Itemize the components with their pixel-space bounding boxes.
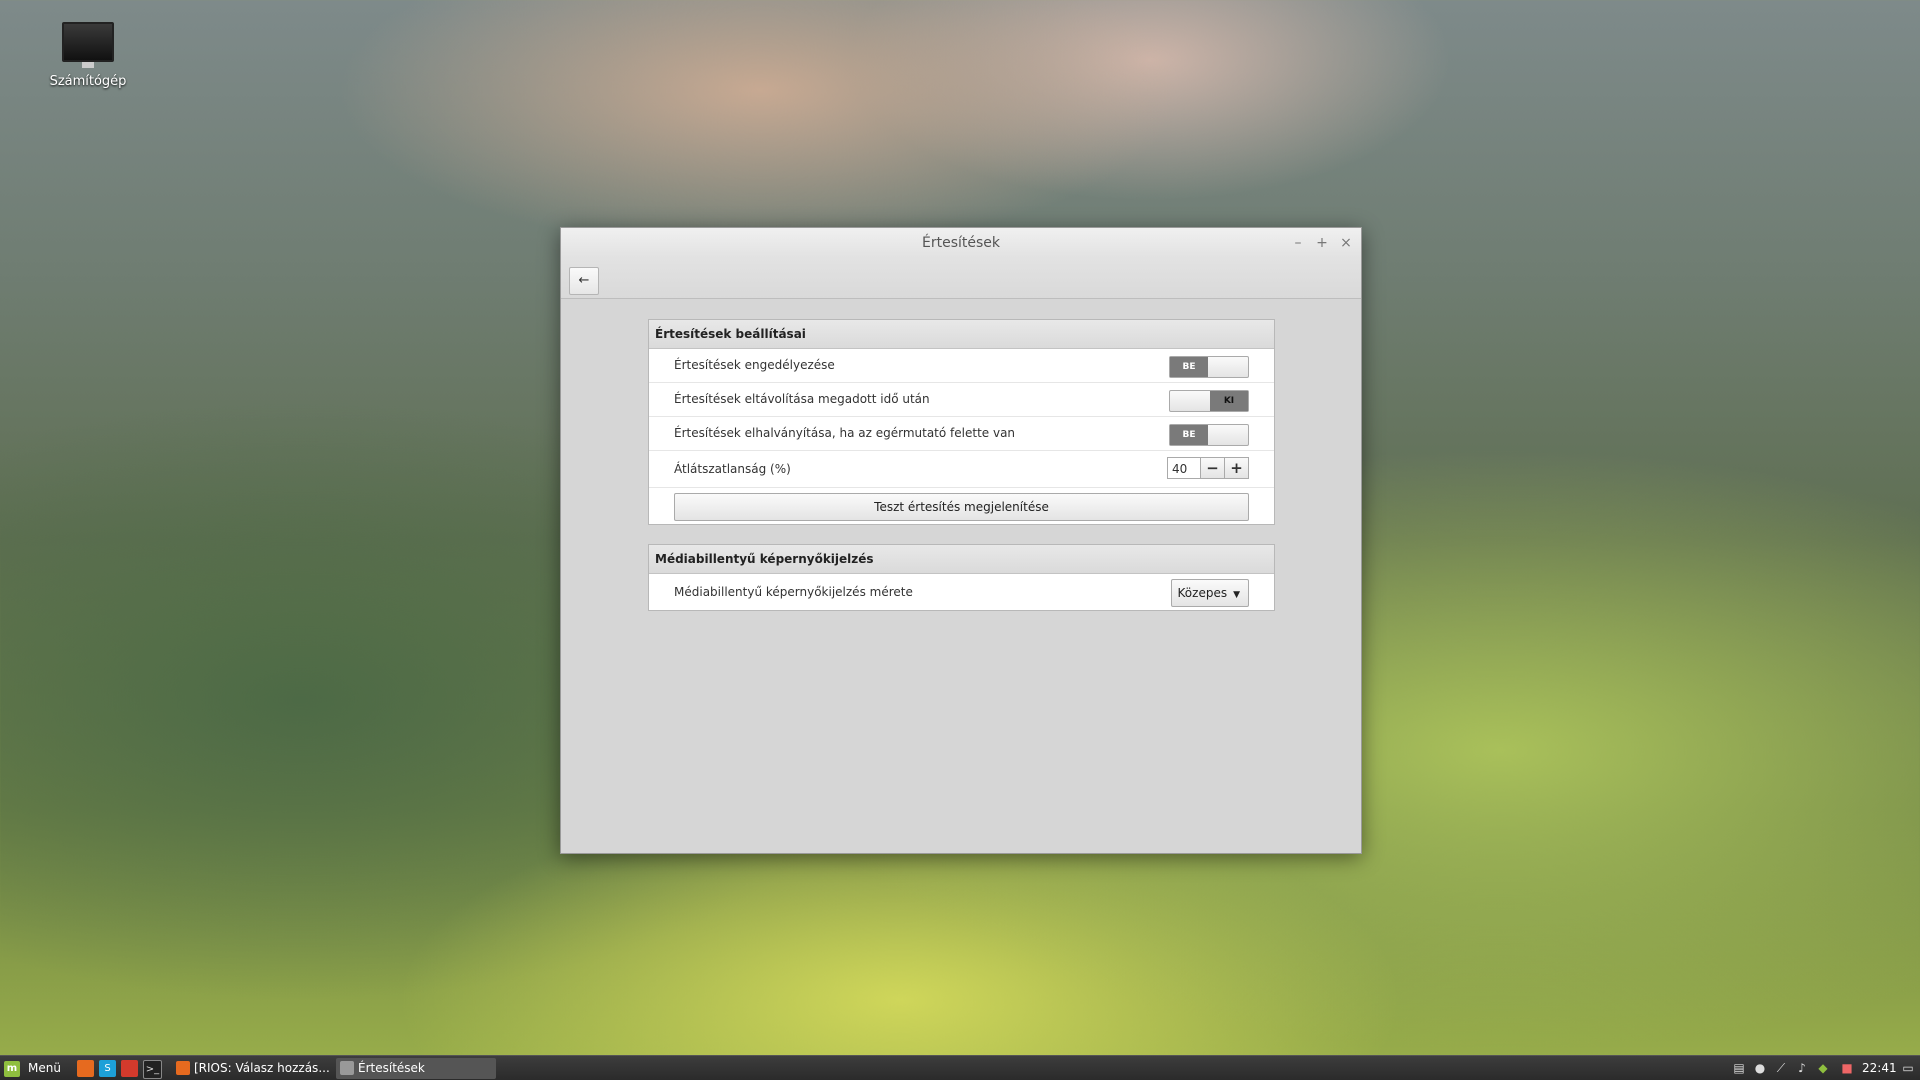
- window-title: Értesítések: [921, 235, 1000, 251]
- update-tray-icon[interactable]: ■: [1838, 1056, 1856, 1080]
- terminal-launcher-icon[interactable]: >_: [143, 1060, 162, 1079]
- desktop-icon-label: Számítógép: [49, 74, 127, 89]
- menu-label: Menü: [28, 1061, 61, 1075]
- desktop-icon-computer[interactable]: Számítógép: [48, 22, 128, 89]
- menu-button[interactable]: m Menü: [4, 1056, 61, 1080]
- media-keys-osd-section: Médiabillentyű képernyőkijelzés Médiabil…: [648, 544, 1275, 611]
- chevron-down-icon: ▼: [1233, 590, 1240, 600]
- setting-label: Átlátszatlanság (%): [674, 462, 791, 476]
- back-button[interactable]: ←: [569, 267, 599, 295]
- task-label: Értesítések: [358, 1061, 425, 1075]
- toggle-state: KI: [1210, 391, 1248, 411]
- keyboard-tray-icon[interactable]: ▤: [1730, 1056, 1748, 1080]
- task-notifications[interactable]: Értesítések: [336, 1058, 496, 1079]
- setting-row: Átlátszatlanság (%) 40− +: [649, 451, 1274, 488]
- test-notification-button[interactable]: Teszt értesítés megjelenítése: [674, 493, 1249, 521]
- back-arrow-icon: ←: [578, 273, 590, 288]
- close-button[interactable]: ×: [1335, 228, 1357, 258]
- volume-tray-icon[interactable]: ♪: [1793, 1056, 1811, 1080]
- test-row: Teszt értesítés megjelenítése: [649, 488, 1274, 524]
- notification-settings-section: Értesítések beállításai Értesítések enge…: [648, 319, 1275, 525]
- firefox-launcher-icon[interactable]: [77, 1060, 94, 1077]
- maximize-button[interactable]: +: [1311, 228, 1333, 258]
- decrement-button[interactable]: −: [1201, 457, 1225, 479]
- taskbar: m Menü S >_ [RIOS: Válasz hozzás... Értes…: [0, 1055, 1920, 1080]
- mint-logo-icon: m: [4, 1060, 20, 1077]
- show-desktop-icon[interactable]: ▭: [1899, 1056, 1917, 1080]
- settings-icon: [340, 1061, 354, 1075]
- minimize-button[interactable]: –: [1287, 228, 1309, 258]
- setting-label: Értesítések eltávolítása megadott idő ut…: [674, 392, 930, 406]
- task-firefox[interactable]: [RIOS: Válasz hozzás...: [172, 1058, 344, 1079]
- toggle-state: BE: [1170, 425, 1208, 445]
- opacity-spinbutton: 40− +: [1167, 457, 1249, 479]
- setting-row: Értesítések elhalványítása, ha az egérmu…: [649, 417, 1274, 451]
- osd-size-dropdown[interactable]: Közepes ▼: [1170, 579, 1249, 607]
- section-title: Értesítések beállításai: [649, 320, 1274, 349]
- shield-tray-icon[interactable]: ◆: [1814, 1056, 1832, 1080]
- user-tray-icon[interactable]: ●: [1751, 1056, 1769, 1080]
- task-label: [RIOS: Válasz hozzás...: [194, 1061, 330, 1075]
- remove-after-timeout-toggle[interactable]: KI: [1169, 390, 1249, 412]
- firefox-icon: [176, 1061, 190, 1075]
- app-launcher-icon[interactable]: [121, 1060, 138, 1077]
- section-title: Médiabillentyű képernyőkijelzés: [649, 545, 1274, 574]
- opacity-input[interactable]: 40: [1167, 457, 1201, 479]
- setting-row: Értesítések eltávolítása megadott idő ut…: [649, 383, 1274, 417]
- toggle-state: BE: [1170, 357, 1208, 377]
- clock[interactable]: 22:41: [1862, 1056, 1897, 1080]
- setting-row: Értesítések engedélyezése BE: [649, 349, 1274, 383]
- setting-row: Médiabillentyű képernyőkijelzés mérete K…: [649, 574, 1274, 610]
- setting-label: Értesítések elhalványítása, ha az egérmu…: [674, 426, 1016, 440]
- fade-on-hover-toggle[interactable]: BE: [1169, 424, 1249, 446]
- skype-launcher-icon[interactable]: S: [99, 1060, 116, 1077]
- window-toolbar: ←: [561, 258, 1361, 299]
- enable-notifications-toggle[interactable]: BE: [1169, 356, 1249, 378]
- increment-button[interactable]: +: [1225, 457, 1249, 479]
- setting-label: Médiabillentyű képernyőkijelzés mérete: [674, 585, 913, 599]
- window-titlebar[interactable]: Értesítések – + ×: [561, 228, 1361, 258]
- computer-icon: [62, 22, 114, 68]
- network-tray-icon[interactable]: ⟋: [1772, 1056, 1790, 1080]
- notifications-window: Értesítések – + × ← Értesítések beállítá…: [560, 227, 1362, 854]
- setting-label: Értesítések engedélyezése: [674, 358, 835, 372]
- dropdown-value: Közepes: [1177, 586, 1228, 600]
